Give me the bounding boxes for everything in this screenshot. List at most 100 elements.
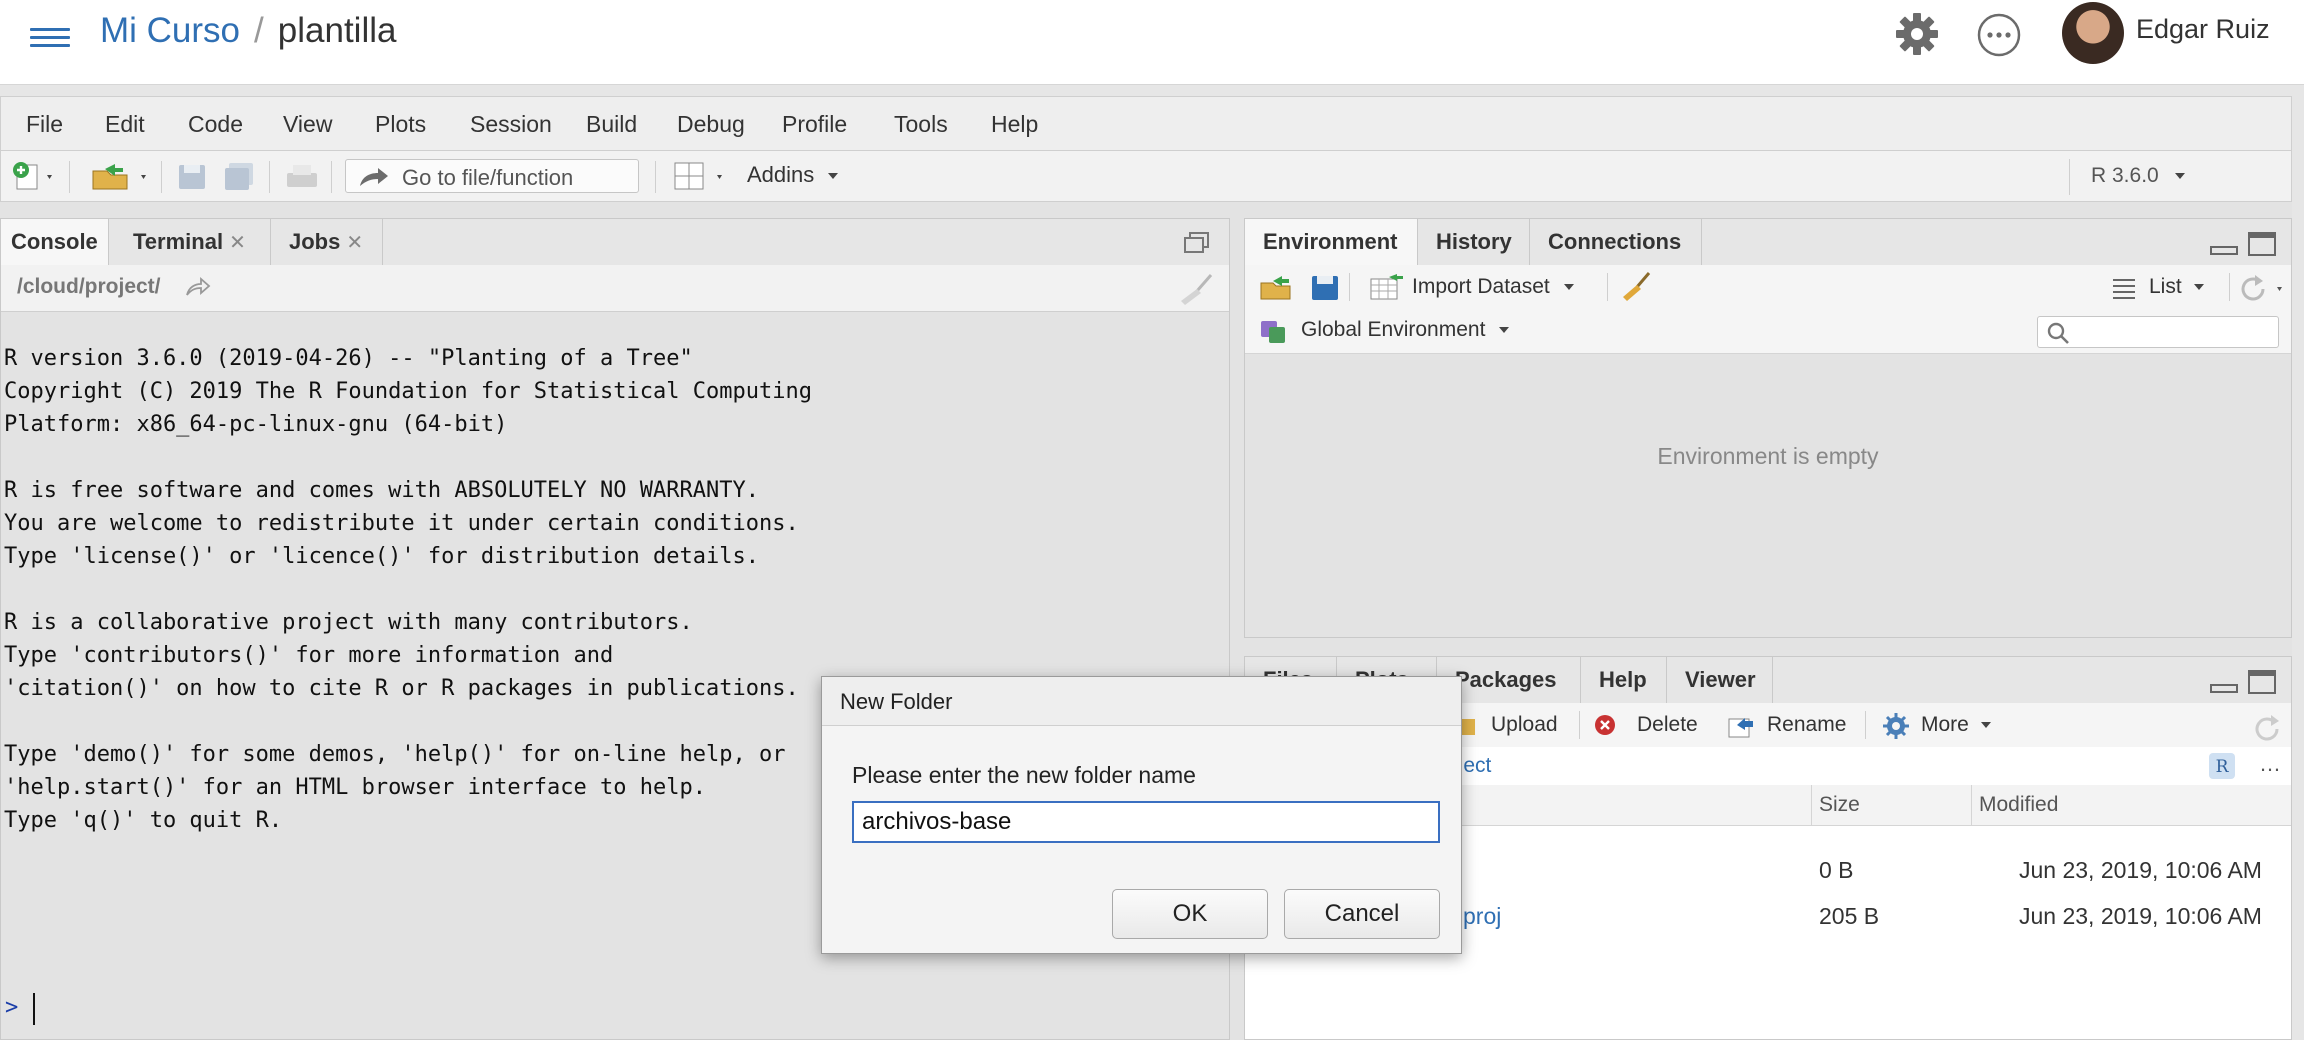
tab-help[interactable]: Help [1581, 657, 1667, 703]
console-cursor [33, 993, 35, 1025]
user-name[interactable]: Edgar Ruiz [2136, 14, 2270, 45]
tab-terminal-label: Terminal [133, 229, 224, 254]
tab-viewer[interactable]: Viewer [1667, 657, 1773, 703]
import-dataset-button[interactable]: Import Dataset [1412, 275, 1574, 299]
refresh-environment-icon[interactable] [2235, 273, 2291, 303]
environment-empty-message: Environment is empty [1657, 443, 1879, 469]
console-header: /cloud/project/ [1, 265, 1229, 311]
addins-menu[interactable]: Addins [747, 162, 839, 188]
column-size[interactable]: Size [1819, 793, 1860, 817]
save-all-icon[interactable] [223, 163, 257, 191]
refresh-files-icon[interactable] [2251, 711, 2281, 741]
cancel-button[interactable]: Cancel [1284, 889, 1440, 939]
r-project-icon[interactable]: R [2207, 751, 2237, 781]
save-workspace-icon[interactable] [1311, 275, 1339, 301]
menu-tools[interactable]: Tools [894, 111, 948, 138]
print-icon[interactable] [285, 163, 319, 191]
global-environment-caret-icon [1499, 327, 1510, 334]
menu-bar: File Edit Code View Plots Session Build … [0, 96, 2292, 150]
column-modified[interactable]: Modified [1979, 793, 2058, 817]
open-file-icon[interactable] [89, 161, 153, 191]
view-mode-label: List [2149, 275, 2182, 298]
environment-search-input[interactable] [2037, 316, 2279, 348]
menu-code[interactable]: Code [188, 111, 243, 138]
user-avatar[interactable] [2062, 2, 2124, 64]
menu-help[interactable]: Help [991, 111, 1038, 138]
menu-debug[interactable]: Debug [677, 111, 745, 138]
dialog-title-bar[interactable]: New Folder [822, 677, 1461, 726]
maximize-pane-icon[interactable] [2247, 669, 2277, 695]
minimize-pane-icon[interactable] [2209, 235, 2239, 257]
delete-button[interactable]: Delete [1637, 713, 1698, 737]
import-dataset-icon[interactable] [1369, 273, 1405, 301]
tab-help-label: Help [1599, 667, 1647, 692]
close-jobs-icon[interactable]: ✕ [346, 232, 363, 254]
menu-file[interactable]: File [26, 111, 63, 138]
tab-jobs[interactable]: Jobs ✕ [271, 219, 383, 265]
folder-name-input[interactable] [852, 801, 1440, 843]
upload-button[interactable]: Upload [1491, 713, 1558, 737]
new-file-icon[interactable] [11, 161, 57, 191]
restore-pane-icon[interactable] [1183, 231, 1211, 255]
close-terminal-icon[interactable]: ✕ [229, 232, 246, 254]
more-options-icon[interactable] [1976, 12, 2022, 58]
menu-profile[interactable]: Profile [782, 111, 847, 138]
ok-button[interactable]: OK [1112, 889, 1268, 939]
tab-terminal[interactable]: Terminal ✕ [109, 219, 271, 265]
environment-pane: Environment History Connections Import D… [1244, 218, 2292, 638]
main-toolbar: Go to file/function Addins R 3.6.0 [0, 150, 2292, 202]
maximize-pane-icon[interactable] [2247, 231, 2277, 257]
tab-console-label: Console [11, 229, 98, 254]
console-startup-text: R version 3.6.0 (2019-04-26) -- "Plantin… [4, 346, 812, 833]
file-name[interactable]: proj [1463, 903, 1501, 930]
console-prompt: > [5, 995, 19, 1020]
file-size: 0 B [1819, 857, 1854, 883]
go-to-dir-arrow-icon[interactable] [185, 277, 211, 297]
hamburger-menu-icon[interactable] [28, 20, 74, 54]
breadcrumb-project: plantilla [277, 11, 397, 50]
tab-history-label: History [1436, 229, 1512, 254]
top-header: Mi Curso / plantilla Edgar Ruiz [0, 0, 2304, 85]
load-workspace-icon[interactable] [1259, 273, 1299, 301]
search-icon [2047, 322, 2069, 344]
menu-plots[interactable]: Plots [375, 111, 426, 138]
global-environment-label: Global Environment [1301, 318, 1486, 341]
dialog-title: New Folder [840, 689, 953, 714]
menu-edit[interactable]: Edit [105, 111, 145, 138]
r-version-menu[interactable]: R 3.6.0 [2091, 164, 2185, 188]
go-to-arrow-icon [360, 168, 388, 186]
rename-icon[interactable] [1727, 713, 1757, 739]
menu-build[interactable]: Build [586, 111, 637, 138]
clear-workspace-broom-icon[interactable] [1619, 271, 1655, 303]
global-environment-dropdown[interactable]: Global Environment [1301, 318, 1510, 342]
tab-history[interactable]: History [1418, 219, 1530, 265]
environment-toolbar: Import Dataset List [1245, 265, 2291, 310]
rename-button[interactable]: Rename [1767, 713, 1846, 737]
minimize-pane-icon[interactable] [2209, 673, 2239, 695]
tab-environment-label: Environment [1263, 229, 1398, 254]
menu-session[interactable]: Session [470, 111, 552, 138]
menu-view[interactable]: View [283, 111, 332, 138]
breadcrumb-course-link[interactable]: Mi Curso [100, 11, 240, 50]
files-ellipsis-button[interactable]: … [2259, 751, 2281, 777]
file-modified: Jun 23, 2019, 10:06 AM [2019, 857, 2262, 883]
delete-icon[interactable] [1593, 713, 1617, 737]
more-menu[interactable]: More [1921, 713, 1991, 737]
more-gear-icon[interactable] [1881, 711, 1911, 741]
tab-viewer-label: Viewer [1685, 667, 1756, 692]
file-modified: Jun 23, 2019, 10:06 AM [2019, 903, 2262, 929]
go-to-file-input[interactable]: Go to file/function [345, 159, 639, 193]
save-icon[interactable] [177, 163, 207, 191]
settings-gear-icon[interactable] [1893, 10, 1941, 58]
list-view-icon[interactable] [2111, 277, 2137, 299]
tab-connections[interactable]: Connections [1530, 219, 1702, 265]
more-caret-icon [1980, 722, 1991, 729]
go-to-file-placeholder: Go to file/function [402, 165, 574, 190]
view-mode-dropdown[interactable]: List [2149, 275, 2204, 299]
clear-console-broom-icon[interactable] [1177, 273, 1217, 307]
r-version-caret-icon [2174, 173, 2185, 180]
tab-environment[interactable]: Environment [1245, 219, 1418, 265]
breadcrumb-separator: / [254, 11, 264, 50]
tab-console[interactable]: Console [1, 219, 109, 265]
pane-layout-icon[interactable] [673, 161, 733, 193]
